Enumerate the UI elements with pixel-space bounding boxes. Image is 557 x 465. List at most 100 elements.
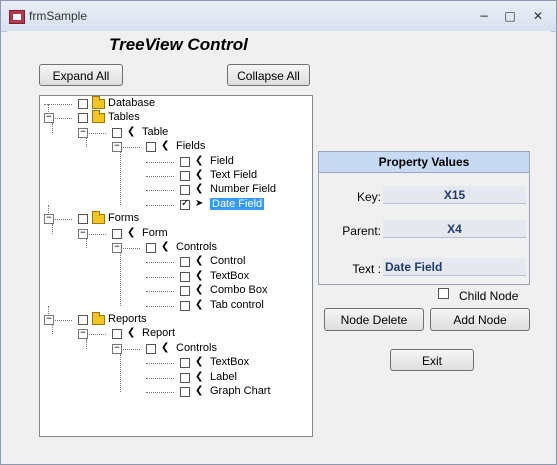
arrow-left-icon: ❮ [161, 341, 170, 353]
expander-icon[interactable]: − [78, 127, 88, 138]
property-values-header: Property Values [319, 152, 529, 173]
tree-connector [52, 224, 53, 234]
expander-icon[interactable]: − [112, 243, 122, 253]
access-form-icon [9, 10, 25, 24]
tree-node-label[interactable]: Reports [108, 313, 147, 325]
key-label: Key: [356, 190, 381, 204]
node-checkbox[interactable] [146, 142, 156, 153]
arrow-left-icon: ❮ [195, 385, 204, 396]
exit-button[interactable]: Exit [390, 349, 474, 371]
node-checkbox[interactable] [180, 156, 190, 167]
node-delete-button[interactable]: Node Delete [324, 308, 424, 331]
arrow-left-icon: ❮ [161, 241, 170, 252]
tree-node-label[interactable]: Label [210, 371, 237, 383]
arrow-left-icon: ❮ [195, 183, 204, 195]
tree-node-label[interactable]: Table [142, 126, 168, 138]
expand-all-button[interactable]: Expand All [39, 64, 123, 86]
tree-node-label[interactable]: Combo Box [210, 284, 267, 296]
folder-icon [92, 110, 105, 124]
arrow-left-icon: ❮ [195, 269, 204, 281]
arrow-left-icon: ❮ [195, 169, 204, 180]
expander-icon[interactable]: − [44, 214, 54, 225]
add-node-button[interactable]: Add Node [430, 308, 530, 331]
folder-icon [92, 96, 105, 109]
tree-connector [86, 339, 87, 349]
tree-node-label[interactable]: Tab control [210, 299, 264, 311]
expander-icon[interactable]: − [44, 113, 54, 124]
tree-node-label[interactable]: Controls [176, 342, 217, 354]
property-values-panel: Property Values Key: X15 Parent: X4 Text… [318, 151, 530, 285]
tree-node-label[interactable]: Fields [176, 140, 205, 152]
node-checkbox[interactable] [112, 329, 122, 340]
text-value[interactable]: Date Field [383, 258, 526, 276]
child-node-checkbox[interactable] [438, 288, 449, 299]
tree-connector [86, 238, 87, 248]
node-checkbox[interactable] [180, 185, 190, 196]
tree-connector [146, 377, 174, 379]
node-checkbox[interactable] [180, 257, 190, 268]
tree-node-label[interactable]: TextBox [210, 356, 249, 368]
tree-node-label[interactable]: Report [142, 327, 175, 339]
tree-node-label[interactable]: Controls [176, 241, 217, 253]
node-checkbox[interactable] [112, 228, 122, 239]
tree-node-label[interactable]: Field [210, 155, 234, 167]
arrow-left-icon: ❮ [195, 284, 204, 296]
tree-connector [52, 123, 53, 133]
tree-connector [146, 161, 174, 163]
node-checkbox[interactable] [180, 358, 190, 369]
node-checkbox[interactable] [180, 300, 190, 311]
node-checkbox[interactable] [180, 271, 190, 282]
node-checkbox[interactable] [146, 343, 156, 354]
node-checkbox[interactable] [78, 214, 88, 225]
node-checkbox[interactable] [112, 127, 122, 138]
node-checkbox[interactable] [180, 372, 190, 383]
folder-icon [92, 211, 105, 225]
arrow-right-icon: ➤ [195, 197, 204, 209]
expander-icon[interactable]: − [78, 329, 88, 340]
child-node-label: Child Node [459, 289, 519, 303]
expander-icon[interactable]: − [78, 228, 88, 239]
tree-view[interactable]: Database − Tables − ❮ Table − ❮ Fields ❮ Field ❮ Tex… [39, 95, 313, 437]
arrow-left-icon: ❮ [195, 370, 204, 382]
node-checkbox[interactable] [78, 113, 88, 124]
tree-node-label[interactable]: Number Field [210, 183, 276, 195]
arrow-left-icon: ❮ [161, 140, 170, 152]
arrow-left-icon: ❮ [127, 125, 136, 137]
tree-node-label[interactable]: Forms [108, 212, 139, 224]
node-checkbox[interactable] [180, 171, 190, 181]
title-bar[interactable]: frmSample − □ ✕ [1, 1, 556, 32]
maximize-button[interactable]: □ [501, 9, 519, 23]
tree-node-label[interactable]: Tables [108, 111, 140, 123]
node-checkbox[interactable] [78, 99, 88, 109]
collapse-all-button[interactable]: Collapse All [227, 64, 310, 86]
node-checkbox[interactable] [78, 315, 88, 325]
parent-value[interactable]: X4 [383, 220, 526, 238]
node-checkbox[interactable] [180, 198, 190, 210]
tree-node-label[interactable]: Form [142, 227, 168, 239]
form-window: frmSample − □ ✕ TreeView Control Expand … [0, 0, 557, 465]
tree-node-label[interactable]: Database [108, 97, 155, 109]
tree-connector [146, 291, 174, 293]
minimize-button[interactable]: − [475, 9, 493, 23]
key-value[interactable]: X15 [383, 186, 526, 204]
tree-connector [52, 325, 53, 335]
tree-node-label[interactable]: Date Field [210, 197, 265, 210]
arrow-left-icon: ❮ [127, 226, 136, 238]
expander-icon[interactable]: − [112, 142, 122, 153]
tree-node-label[interactable]: Graph Chart [210, 385, 271, 397]
expander-icon[interactable]: − [44, 315, 54, 325]
parent-label: Parent: [342, 224, 381, 238]
node-checkbox[interactable] [180, 286, 190, 297]
node-checkbox[interactable] [180, 387, 190, 397]
window-title: frmSample [29, 9, 88, 23]
node-checkbox[interactable] [146, 243, 156, 253]
close-button[interactable]: ✕ [529, 9, 547, 23]
arrow-left-icon: ❮ [195, 154, 204, 166]
folder-icon [92, 312, 105, 325]
expander-icon[interactable]: − [112, 343, 122, 354]
tree-node-label[interactable]: Control [210, 255, 245, 267]
tree-node-label[interactable]: TextBox [210, 270, 249, 282]
tree-connector [146, 363, 174, 365]
tree-connector [146, 392, 174, 393]
tree-node-label[interactable]: Text Field [210, 169, 257, 181]
